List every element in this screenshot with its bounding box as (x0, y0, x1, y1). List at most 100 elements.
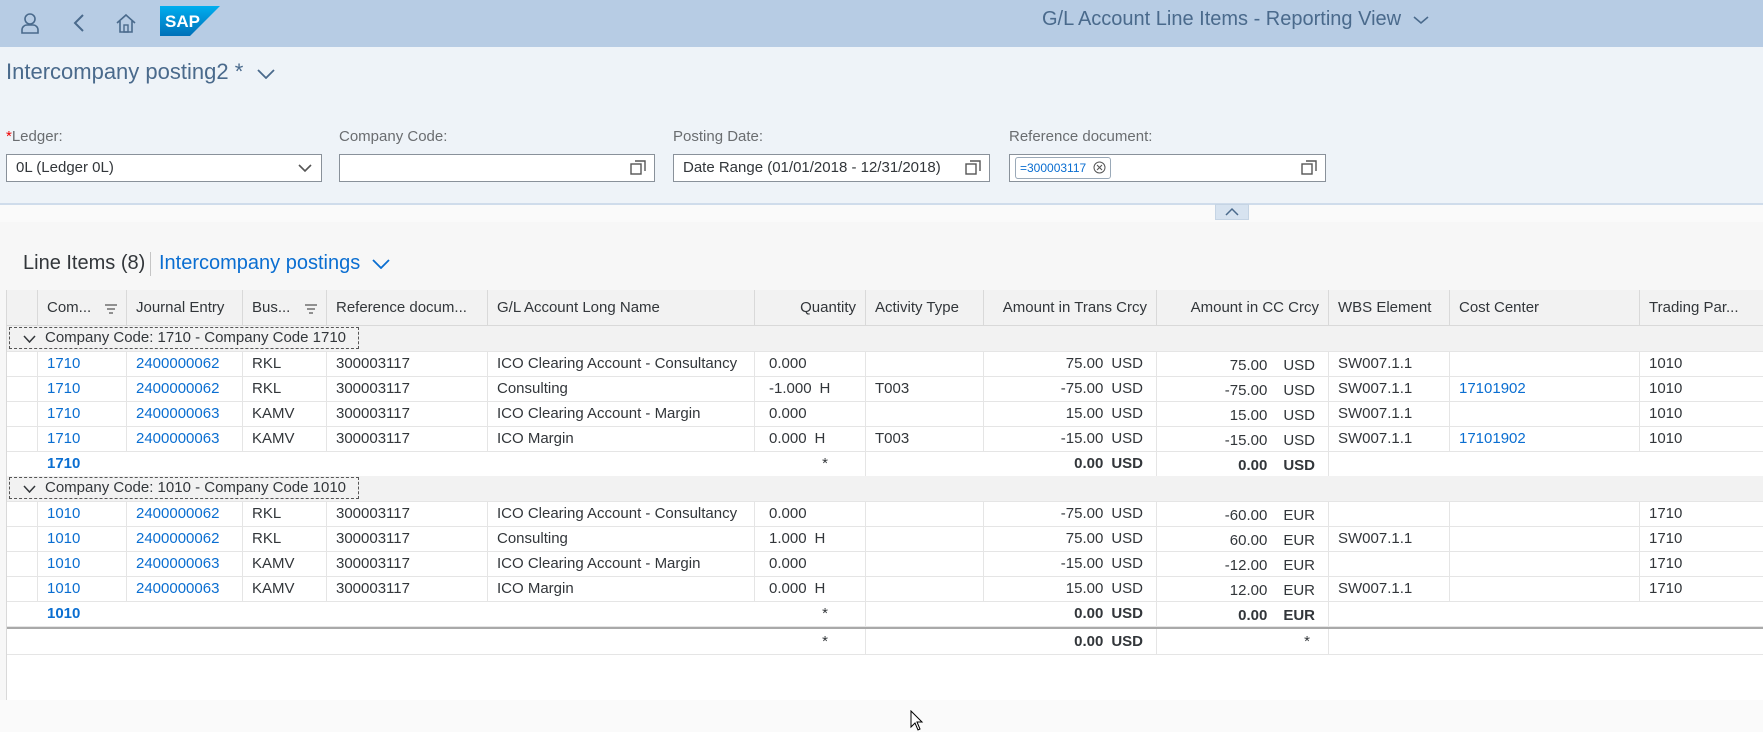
reference-document-input[interactable]: =300003117 (1009, 154, 1326, 182)
journal-entry-link[interactable]: 2400000063 (127, 551, 243, 576)
trans-currency: USD (1111, 355, 1143, 372)
company-code-link[interactable]: 1710 (38, 351, 127, 376)
ledger-select[interactable]: 0L (Ledger 0L) (6, 154, 322, 182)
table-row[interactable]: 1010 2400000062 RKL 300003117 Consulting 1.00… (7, 526, 1763, 552)
app-title[interactable]: G/L Account Line Items - Reporting View (1042, 8, 1429, 31)
table-variant-text: Intercompany postings (159, 252, 361, 274)
gl-account-cell: Consulting (488, 376, 755, 401)
col-header-wbs-element[interactable]: WBS Element (1329, 290, 1450, 325)
wbs-element-cell: SW007.1.1 (1329, 376, 1450, 401)
cost-center-link[interactable] (1450, 501, 1640, 526)
row-selector-header[interactable] (7, 290, 38, 325)
value-help-icon[interactable] (629, 159, 647, 177)
group-header[interactable]: Company Code: 1710 - Company Code 1710 (9, 327, 360, 349)
group-header-row[interactable]: Company Code: 1710 - Company Code 1710 (7, 326, 1763, 352)
variant-chevron-icon[interactable] (257, 69, 276, 80)
col-header-activity-type[interactable]: Activity Type (866, 290, 984, 325)
reference-token[interactable]: =300003117 (1015, 157, 1111, 179)
table-row[interactable]: 1010 2400000063 KAMV 300003117 ICO Margin 0.0… (7, 576, 1763, 602)
back-icon[interactable] (64, 8, 94, 38)
gl-account-cell: ICO Margin (488, 426, 755, 451)
journal-entry-link[interactable]: 2400000063 (127, 426, 243, 451)
cc-currency: USD (1283, 406, 1315, 424)
grand-total-amount-cc-value: * (1304, 633, 1310, 650)
amount-trans-value: -15.00 (1060, 555, 1104, 572)
chevron-up-icon (1225, 207, 1239, 216)
cost-center-link[interactable] (1450, 401, 1640, 426)
company-code-link[interactable]: 1010 (38, 526, 127, 551)
cost-center-link[interactable] (1450, 526, 1640, 551)
quantity-unit: H (814, 430, 826, 447)
company-code-link[interactable]: 1010 (38, 551, 127, 576)
row-selector[interactable] (7, 551, 38, 576)
subtotal-company-link[interactable]: 1710 (38, 451, 238, 476)
company-code-link[interactable]: 1710 (38, 426, 127, 451)
journal-entry-link[interactable]: 2400000063 (127, 576, 243, 601)
col-header-amount-trans[interactable]: Amount in Trans Crcy (984, 290, 1157, 325)
col-header-journal-entry[interactable]: Journal Entry (127, 290, 243, 325)
trading-partner-cell: 1010 (1640, 401, 1763, 426)
posting-date-input[interactable]: Date Range (01/01/2018 - 12/31/2018) (673, 154, 990, 182)
row-selector[interactable] (7, 401, 38, 426)
group-header-row[interactable]: Company Code: 1010 - Company Code 1010 (7, 476, 1763, 502)
table-row[interactable]: 1710 2400000063 KAMV 300003117 ICO Margin 0.0… (7, 426, 1763, 452)
journal-entry-link[interactable]: 2400000062 (127, 501, 243, 526)
table-row[interactable]: 1710 2400000062 RKL 300003117 ICO Clearing A… (7, 351, 1763, 377)
row-selector[interactable] (7, 351, 38, 376)
col-header-gl-account[interactable]: G/L Account Long Name (488, 290, 755, 325)
company-code-link[interactable]: 1710 (38, 401, 127, 426)
journal-entry-link[interactable]: 2400000063 (127, 401, 243, 426)
table-variant[interactable]: Intercompany postings (159, 252, 390, 275)
row-selector[interactable] (7, 576, 38, 601)
group-header[interactable]: Company Code: 1010 - Company Code 1010 (9, 477, 360, 499)
company-code-input[interactable] (339, 154, 655, 182)
company-code-link[interactable]: 1710 (38, 376, 127, 401)
row-selector[interactable] (7, 426, 38, 451)
col-header-reference-document[interactable]: Reference docum... (327, 290, 488, 325)
chevron-down-icon[interactable] (296, 159, 314, 177)
row-selector[interactable] (7, 501, 38, 526)
company-code-link[interactable]: 1010 (38, 576, 127, 601)
journal-entry-link[interactable]: 2400000062 (127, 376, 243, 401)
cc-currency: USD (1283, 381, 1315, 399)
activity-type-cell (866, 576, 984, 601)
journal-entry-link[interactable]: 2400000062 (127, 526, 243, 551)
grand-total-quantity-value: * (822, 633, 828, 650)
col-header-business-transaction[interactable]: Bus... (243, 290, 327, 325)
quantity-cell: 0.000 (755, 351, 866, 376)
col-header-trading-partner[interactable]: Trading Par... (1640, 290, 1763, 325)
cost-center-link[interactable] (1450, 351, 1640, 376)
token-remove-icon[interactable] (1093, 161, 1106, 174)
group-collapse-chevron-icon[interactable] (23, 485, 36, 493)
reference-document-cell: 300003117 (327, 526, 488, 551)
table-row[interactable]: 1710 2400000063 KAMV 300003117 ICO Clearing … (7, 401, 1763, 427)
amount-trans-value: -75.00 (1060, 505, 1104, 522)
cost-center-link[interactable] (1450, 551, 1640, 576)
table-row[interactable]: 1010 2400000063 KAMV 300003117 ICO Clearing … (7, 551, 1763, 577)
user-icon[interactable] (15, 8, 45, 38)
trading-partner-cell: 1710 (1640, 526, 1763, 551)
col-header-quantity[interactable]: Quantity (755, 290, 866, 325)
cost-center-link[interactable]: 17101902 (1450, 376, 1640, 401)
row-selector[interactable] (7, 376, 38, 401)
col-header-amount-cc[interactable]: Amount in CC Crcy (1157, 290, 1329, 325)
company-code-link[interactable]: 1010 (38, 501, 127, 526)
cost-center-link[interactable] (1450, 576, 1640, 601)
row-selector[interactable] (7, 526, 38, 551)
group-collapse-chevron-icon[interactable] (23, 335, 36, 343)
cost-center-link[interactable]: 17101902 (1450, 426, 1640, 451)
home-icon[interactable] (111, 8, 141, 38)
journal-entry-link[interactable]: 2400000062 (127, 351, 243, 376)
value-help-icon[interactable] (964, 159, 982, 177)
collapse-header-button[interactable] (1215, 204, 1249, 220)
sap-logo[interactable]: SAP (160, 6, 220, 36)
table-row[interactable]: 1010 2400000062 RKL 300003117 ICO Clearing A… (7, 501, 1763, 527)
col-header-cost-center[interactable]: Cost Center (1450, 290, 1640, 325)
trading-partner-cell: 1710 (1640, 551, 1763, 576)
subtotal-company-link[interactable]: 1010 (38, 601, 238, 626)
col-header-company[interactable]: Com... (38, 290, 127, 325)
business-transaction-cell: RKL (243, 376, 327, 401)
value-help-icon[interactable] (1300, 159, 1318, 177)
variant-management[interactable]: Intercompany posting2 * (6, 59, 276, 85)
table-row[interactable]: 1710 2400000062 RKL 300003117 Consulting -1.0… (7, 376, 1763, 402)
